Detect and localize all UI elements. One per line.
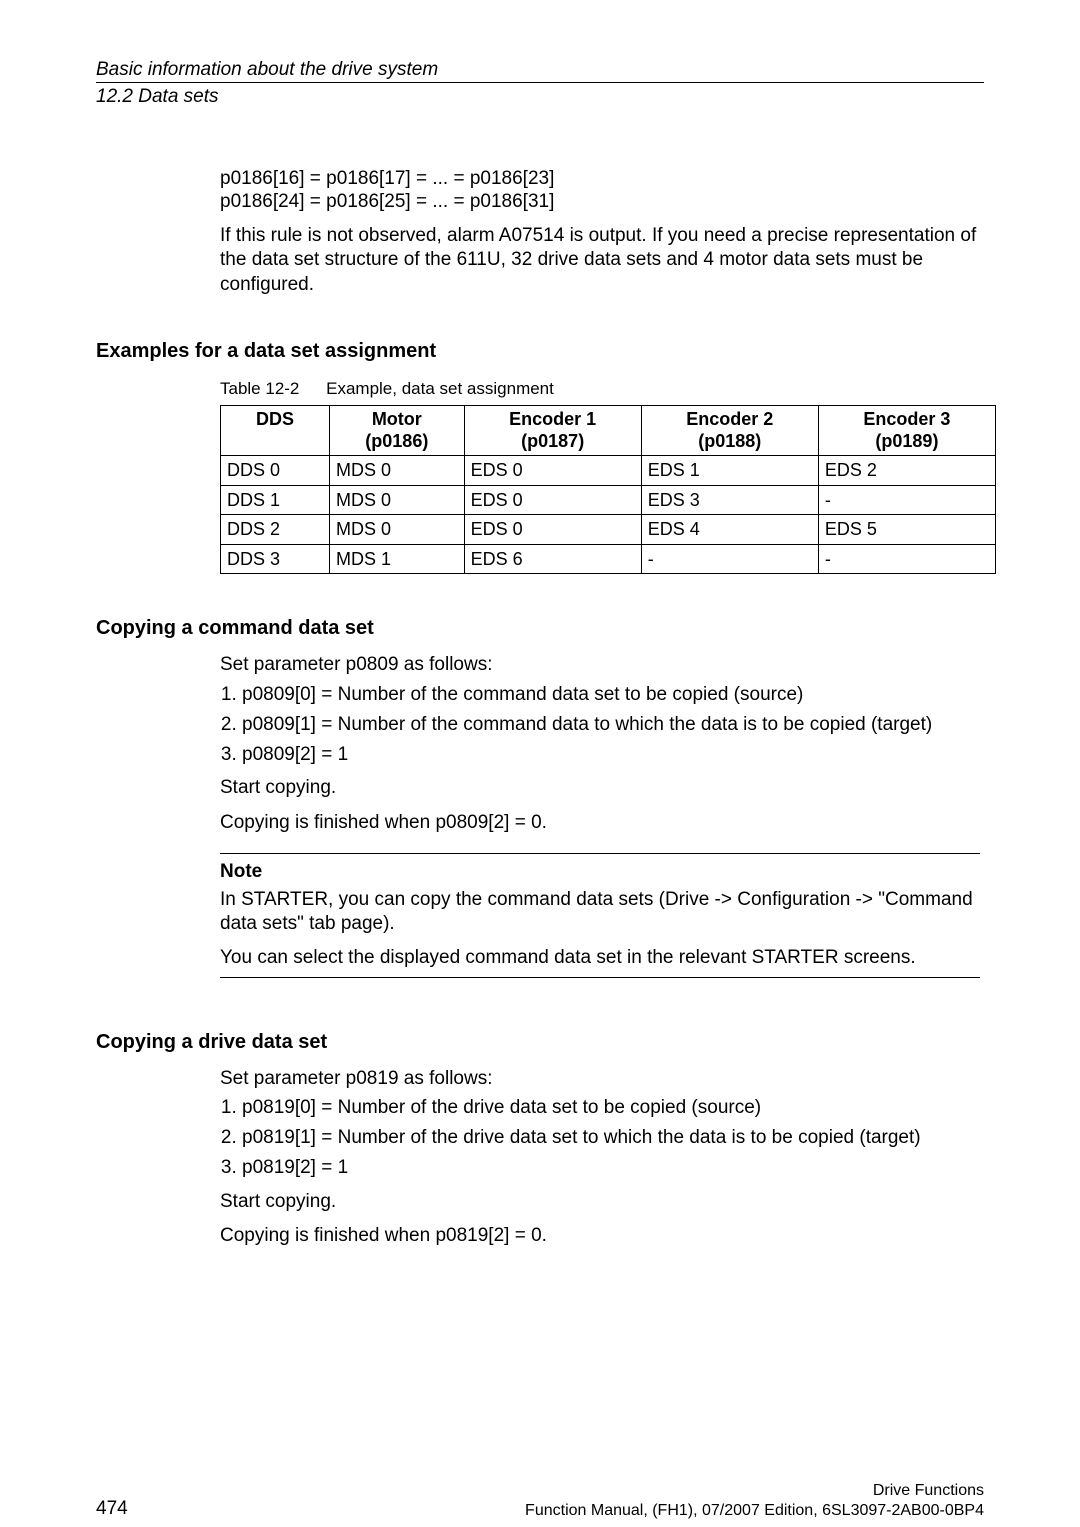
note-paragraph: In STARTER, you can copy the command dat… bbox=[220, 888, 980, 937]
cell: DDS 0 bbox=[221, 456, 330, 486]
cell: EDS 1 bbox=[641, 456, 818, 486]
header-rule bbox=[96, 82, 984, 83]
col-encoder2: Encoder 2(p0188) bbox=[641, 406, 818, 456]
list-item: p0809[1] = Number of the command data to… bbox=[242, 713, 980, 737]
list-item: p0819[1] = Number of the drive data set … bbox=[242, 1126, 980, 1150]
cell: - bbox=[818, 544, 995, 574]
cell: DDS 3 bbox=[221, 544, 330, 574]
table-row: DDS 0 MDS 0 EDS 0 EDS 1 EDS 2 bbox=[221, 456, 996, 486]
table-row: DDS 2 MDS 0 EDS 0 EDS 4 EDS 5 bbox=[221, 515, 996, 545]
cell: EDS 0 bbox=[464, 515, 641, 545]
code-line: p0186[24] = p0186[25] = ... = p0186[31] bbox=[220, 190, 980, 214]
cell: MDS 1 bbox=[330, 544, 465, 574]
cell: DDS 2 bbox=[221, 515, 330, 545]
body-text: Start copying. bbox=[220, 776, 980, 800]
cell: EDS 5 bbox=[818, 515, 995, 545]
steps-list: p0809[0] = Number of the command data se… bbox=[220, 683, 980, 766]
list-item: p0809[2] = 1 bbox=[242, 743, 980, 767]
steps-list: p0819[0] = Number of the drive data set … bbox=[220, 1096, 980, 1179]
table-number: Table 12-2 bbox=[220, 379, 299, 398]
table-row: DDS 3 MDS 1 EDS 6 - - bbox=[221, 544, 996, 574]
dds-table: DDS Motor(p0186) Encoder 1(p0187) Encode… bbox=[220, 405, 996, 574]
running-head-section: 12.2 Data sets bbox=[96, 85, 984, 113]
col-encoder1: Encoder 1(p0187) bbox=[464, 406, 641, 456]
list-item: p0819[0] = Number of the drive data set … bbox=[242, 1096, 980, 1120]
table-caption-text: Example, data set assignment bbox=[326, 379, 554, 398]
cell: MDS 0 bbox=[330, 485, 465, 515]
intro-text: Set parameter p0809 as follows: bbox=[220, 653, 980, 677]
col-dds: DDS bbox=[221, 406, 330, 456]
table-caption: Table 12-2 Example, data set assignment bbox=[220, 378, 984, 399]
top-code-block: p0186[16] = p0186[17] = ... = p0186[23] … bbox=[220, 167, 980, 297]
note-rule-top bbox=[220, 853, 980, 854]
body-paragraph: If this rule is not observed, alarm A075… bbox=[220, 224, 980, 297]
footer-line1: Drive Functions bbox=[525, 1481, 984, 1501]
cell: EDS 0 bbox=[464, 456, 641, 486]
footer-right: Drive Functions Function Manual, (FH1), … bbox=[525, 1481, 984, 1521]
page-root: Basic information about the drive system… bbox=[0, 0, 1080, 1527]
cell: - bbox=[641, 544, 818, 574]
body-text: Start copying. bbox=[220, 1190, 980, 1214]
cell: EDS 0 bbox=[464, 485, 641, 515]
note-rule-bottom bbox=[220, 977, 980, 978]
note-block: Note In STARTER, you can copy the comman… bbox=[220, 853, 980, 978]
copy-command-block: Set parameter p0809 as follows: p0809[0]… bbox=[220, 653, 980, 977]
list-item: p0809[0] = Number of the command data se… bbox=[242, 683, 980, 707]
intro-text: Set parameter p0819 as follows: bbox=[220, 1067, 980, 1091]
cell: EDS 3 bbox=[641, 485, 818, 515]
body-text: Copying is finished when p0819[2] = 0. bbox=[220, 1224, 980, 1248]
cell: EDS 4 bbox=[641, 515, 818, 545]
cell: DDS 1 bbox=[221, 485, 330, 515]
copy-drive-block: Set parameter p0819 as follows: p0819[0]… bbox=[220, 1067, 980, 1249]
note-paragraph: You can select the displayed command dat… bbox=[220, 946, 980, 970]
running-head-title: Basic information about the drive system bbox=[96, 58, 984, 82]
table-header-row: DDS Motor(p0186) Encoder 1(p0187) Encode… bbox=[221, 406, 996, 456]
cell: EDS 2 bbox=[818, 456, 995, 486]
note-label: Note bbox=[220, 860, 980, 884]
footer-line2: Function Manual, (FH1), 07/2007 Edition,… bbox=[525, 1501, 984, 1521]
col-encoder3: Encoder 3(p0189) bbox=[818, 406, 995, 456]
code-line: p0186[16] = p0186[17] = ... = p0186[23] bbox=[220, 167, 980, 191]
cell: EDS 6 bbox=[464, 544, 641, 574]
section-heading-examples: Examples for a data set assignment bbox=[96, 339, 984, 364]
table-row: DDS 1 MDS 0 EDS 0 EDS 3 - bbox=[221, 485, 996, 515]
page-number: 474 bbox=[96, 1497, 128, 1521]
cell: MDS 0 bbox=[330, 456, 465, 486]
col-motor: Motor(p0186) bbox=[330, 406, 465, 456]
section-heading-copy-drive: Copying a drive data set bbox=[96, 1030, 984, 1055]
section-heading-copy-command: Copying a command data set bbox=[96, 616, 984, 641]
cell: MDS 0 bbox=[330, 515, 465, 545]
cell: - bbox=[818, 485, 995, 515]
list-item: p0819[2] = 1 bbox=[242, 1156, 980, 1180]
body-text: Copying is finished when p0809[2] = 0. bbox=[220, 811, 980, 835]
